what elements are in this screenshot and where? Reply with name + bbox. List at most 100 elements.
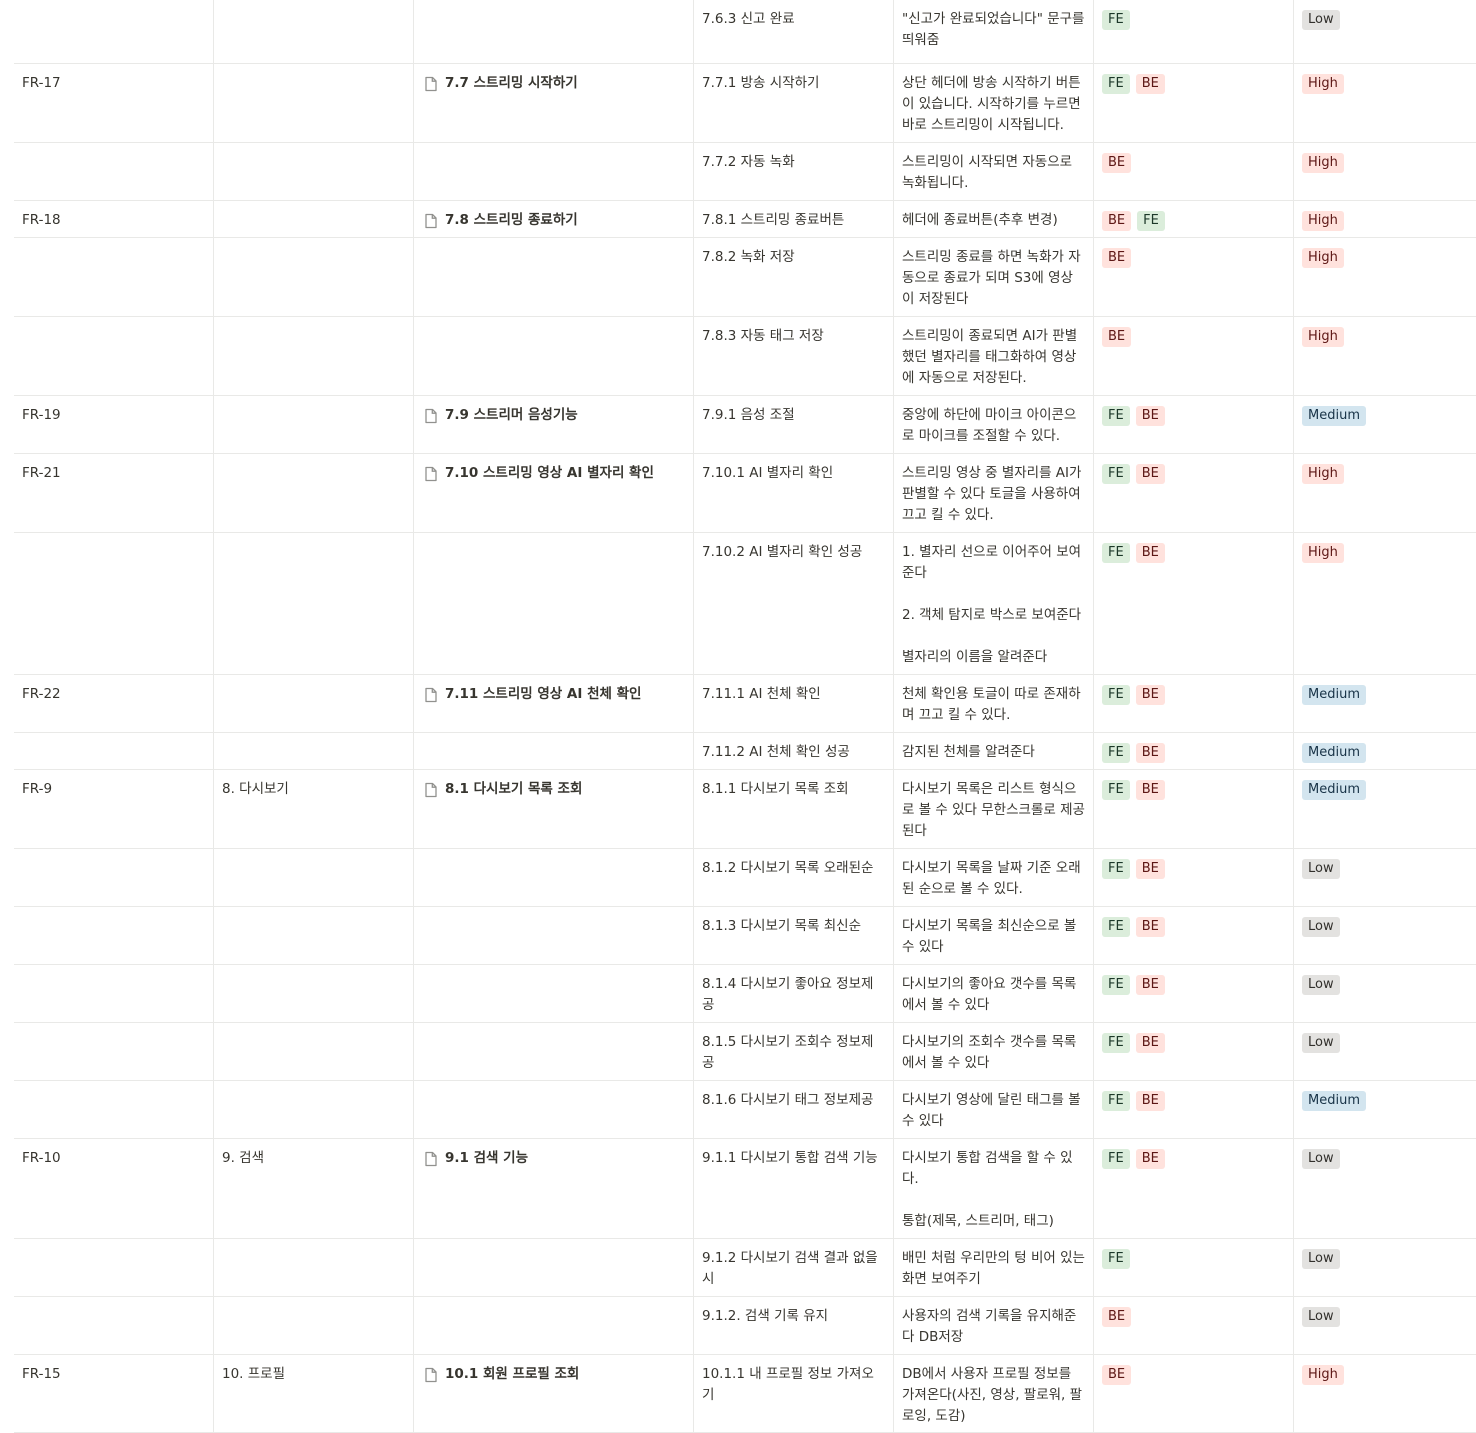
tags-cell[interactable]: FE BE [1093,733,1293,769]
page-cell[interactable] [413,907,693,964]
priority-cell[interactable]: High [1293,64,1476,142]
priority-cell[interactable]: High [1293,454,1476,532]
category-cell[interactable] [213,238,413,316]
priority-cell[interactable]: Low [1293,907,1476,964]
priority-cell[interactable]: Low [1293,849,1476,906]
priority-cell[interactable]: High [1293,1355,1476,1432]
requirement-id-cell[interactable] [14,849,213,906]
priority-cell[interactable]: Low [1293,1139,1476,1238]
detail-feature-cell[interactable]: 7.7.2 자동 녹화 [693,143,893,200]
page-link[interactable]: 7.9 스트리머 음성기능 [424,405,685,431]
tags-cell[interactable]: FE BE [1093,1023,1293,1080]
requirement-id-cell[interactable] [14,317,213,395]
detail-feature-cell[interactable]: 7.6.3 신고 완료 [693,0,893,63]
priority-cell[interactable]: Low [1293,1297,1476,1354]
category-cell[interactable] [213,849,413,906]
tags-cell[interactable]: FE BE [1093,1139,1293,1238]
detail-feature-cell[interactable]: 8.1.6 다시보기 태그 정보제공 [693,1081,893,1138]
category-cell[interactable]: 9. 검색 [213,1139,413,1238]
category-cell[interactable] [213,1239,413,1296]
detail-feature-cell[interactable]: 8.1.2 다시보기 목록 오래된순 [693,849,893,906]
tags-cell[interactable]: BE [1093,238,1293,316]
detail-feature-cell[interactable]: 7.11.1 AI 천체 확인 [693,675,893,732]
description-cell[interactable]: 상단 헤더에 방송 시작하기 버튼이 있습니다. 시작하기를 누르면 바로 스트… [893,64,1093,142]
description-cell[interactable]: 헤더에 종료버튼(추후 변경) [893,201,1093,237]
detail-feature-cell[interactable]: 9.1.2 다시보기 검색 결과 없을 시 [693,1239,893,1296]
priority-cell[interactable]: High [1293,317,1476,395]
requirement-id-cell[interactable] [14,1239,213,1296]
detail-feature-cell[interactable]: 7.7.1 방송 시작하기 [693,64,893,142]
requirement-id-cell[interactable] [14,238,213,316]
detail-feature-cell[interactable]: 9.1.1 다시보기 통합 검색 기능 [693,1139,893,1238]
requirement-id-cell[interactable]: FR-18 [14,201,213,237]
tags-cell[interactable]: FE [1093,1239,1293,1296]
page-cell[interactable] [413,317,693,395]
description-cell[interactable]: 다시보기 목록을 날짜 기준 오래된 순으로 볼 수 있다. [893,849,1093,906]
priority-cell[interactable]: High [1293,238,1476,316]
priority-cell[interactable]: Low [1293,0,1476,63]
category-cell[interactable] [213,675,413,732]
description-cell[interactable]: 다시보기의 좋아요 갯수를 목록에서 볼 수 있다 [893,965,1093,1022]
priority-cell[interactable]: Medium [1293,733,1476,769]
requirement-id-cell[interactable]: FR-9 [14,770,213,848]
tags-cell[interactable]: FE BE [1093,770,1293,848]
page-link[interactable]: 7.7 스트리밍 시작하기 [424,73,685,99]
detail-feature-cell[interactable]: 7.10.2 AI 별자리 확인 성공 [693,533,893,674]
page-cell[interactable]: 7.10 스트리밍 영상 AI 별자리 확인 [413,454,693,532]
description-cell[interactable]: 스트리밍 영상 중 별자리를 AI가 판별할 수 있다 토글을 사용하여 끄고 … [893,454,1093,532]
category-cell[interactable] [213,733,413,769]
requirement-id-cell[interactable]: FR-21 [14,454,213,532]
priority-cell[interactable]: Medium [1293,770,1476,848]
description-cell[interactable]: 사용자의 검색 기록을 유지해준다 DB저장 [893,1297,1093,1354]
description-cell[interactable]: 천체 확인용 토글이 따로 존재하며 끄고 킬 수 있다. [893,675,1093,732]
page-cell[interactable]: 7.7 스트리밍 시작하기 [413,64,693,142]
description-cell[interactable]: 스트리밍이 시작되면 자동으로 녹화됩니다. [893,143,1093,200]
category-cell[interactable] [213,454,413,532]
priority-cell[interactable]: High [1293,201,1476,237]
tags-cell[interactable]: FE BE [1093,454,1293,532]
page-link[interactable]: 8.1 다시보기 목록 조회 [424,779,685,805]
detail-feature-cell[interactable]: 8.1.5 다시보기 조회수 정보제공 [693,1023,893,1080]
priority-cell[interactable]: High [1293,533,1476,674]
tags-cell[interactable]: FE BE [1093,396,1293,453]
category-cell[interactable] [213,143,413,200]
requirement-id-cell[interactable] [14,1297,213,1354]
requirement-id-cell[interactable] [14,965,213,1022]
detail-feature-cell[interactable]: 9.1.2. 검색 기록 유지 [693,1297,893,1354]
description-cell[interactable]: 중앙에 하단에 마이크 아이콘으로 마이크를 조절할 수 있다. [893,396,1093,453]
requirement-id-cell[interactable] [14,907,213,964]
detail-feature-cell[interactable]: 8.1.1 다시보기 목록 조회 [693,770,893,848]
page-link[interactable]: 7.8 스트리밍 종료하기 [424,210,685,236]
requirement-id-cell[interactable] [14,533,213,674]
priority-cell[interactable]: Low [1293,965,1476,1022]
page-cell[interactable] [413,1297,693,1354]
category-cell[interactable] [213,907,413,964]
page-cell[interactable]: 8.1 다시보기 목록 조회 [413,770,693,848]
description-cell[interactable]: 다시보기의 조회수 갯수를 목록에서 볼 수 있다 [893,1023,1093,1080]
requirement-id-cell[interactable]: FR-10 [14,1139,213,1238]
description-cell[interactable]: 감지된 천체를 알려준다 [893,733,1093,769]
description-cell[interactable]: 다시보기 목록은 리스트 형식으로 볼 수 있다 무한스크롤로 제공된다 [893,770,1093,848]
page-cell[interactable]: 9.1 검색 기능 [413,1139,693,1238]
category-cell[interactable] [213,1297,413,1354]
detail-feature-cell[interactable]: 10.1.1 내 프로필 정보 가져오기 [693,1355,893,1432]
page-cell[interactable] [413,238,693,316]
tags-cell[interactable]: BE [1093,143,1293,200]
detail-feature-cell[interactable]: 7.8.2 녹화 저장 [693,238,893,316]
tags-cell[interactable]: FE BE [1093,849,1293,906]
page-cell[interactable]: 7.9 스트리머 음성기능 [413,396,693,453]
category-cell[interactable]: 8. 다시보기 [213,770,413,848]
category-cell[interactable] [213,533,413,674]
tags-cell[interactable]: BE [1093,1297,1293,1354]
category-cell[interactable] [213,64,413,142]
page-cell[interactable]: 7.11 스트리밍 영상 AI 천체 확인 [413,675,693,732]
page-cell[interactable] [413,143,693,200]
tags-cell[interactable]: BE [1093,317,1293,395]
page-cell[interactable] [413,533,693,674]
tags-cell[interactable]: FE BE [1093,907,1293,964]
description-cell[interactable]: 다시보기 목록을 최신순으로 볼 수 있다 [893,907,1093,964]
page-cell[interactable] [413,1081,693,1138]
description-cell[interactable]: DB에서 사용자 프로필 정보를 가져온다(사진, 영상, 팔로워, 팔로잉, … [893,1355,1093,1432]
priority-cell[interactable]: Medium [1293,675,1476,732]
description-cell[interactable]: 다시보기 통합 검색을 할 수 있다. 통합(제목, 스트리머, 태그) [893,1139,1093,1238]
